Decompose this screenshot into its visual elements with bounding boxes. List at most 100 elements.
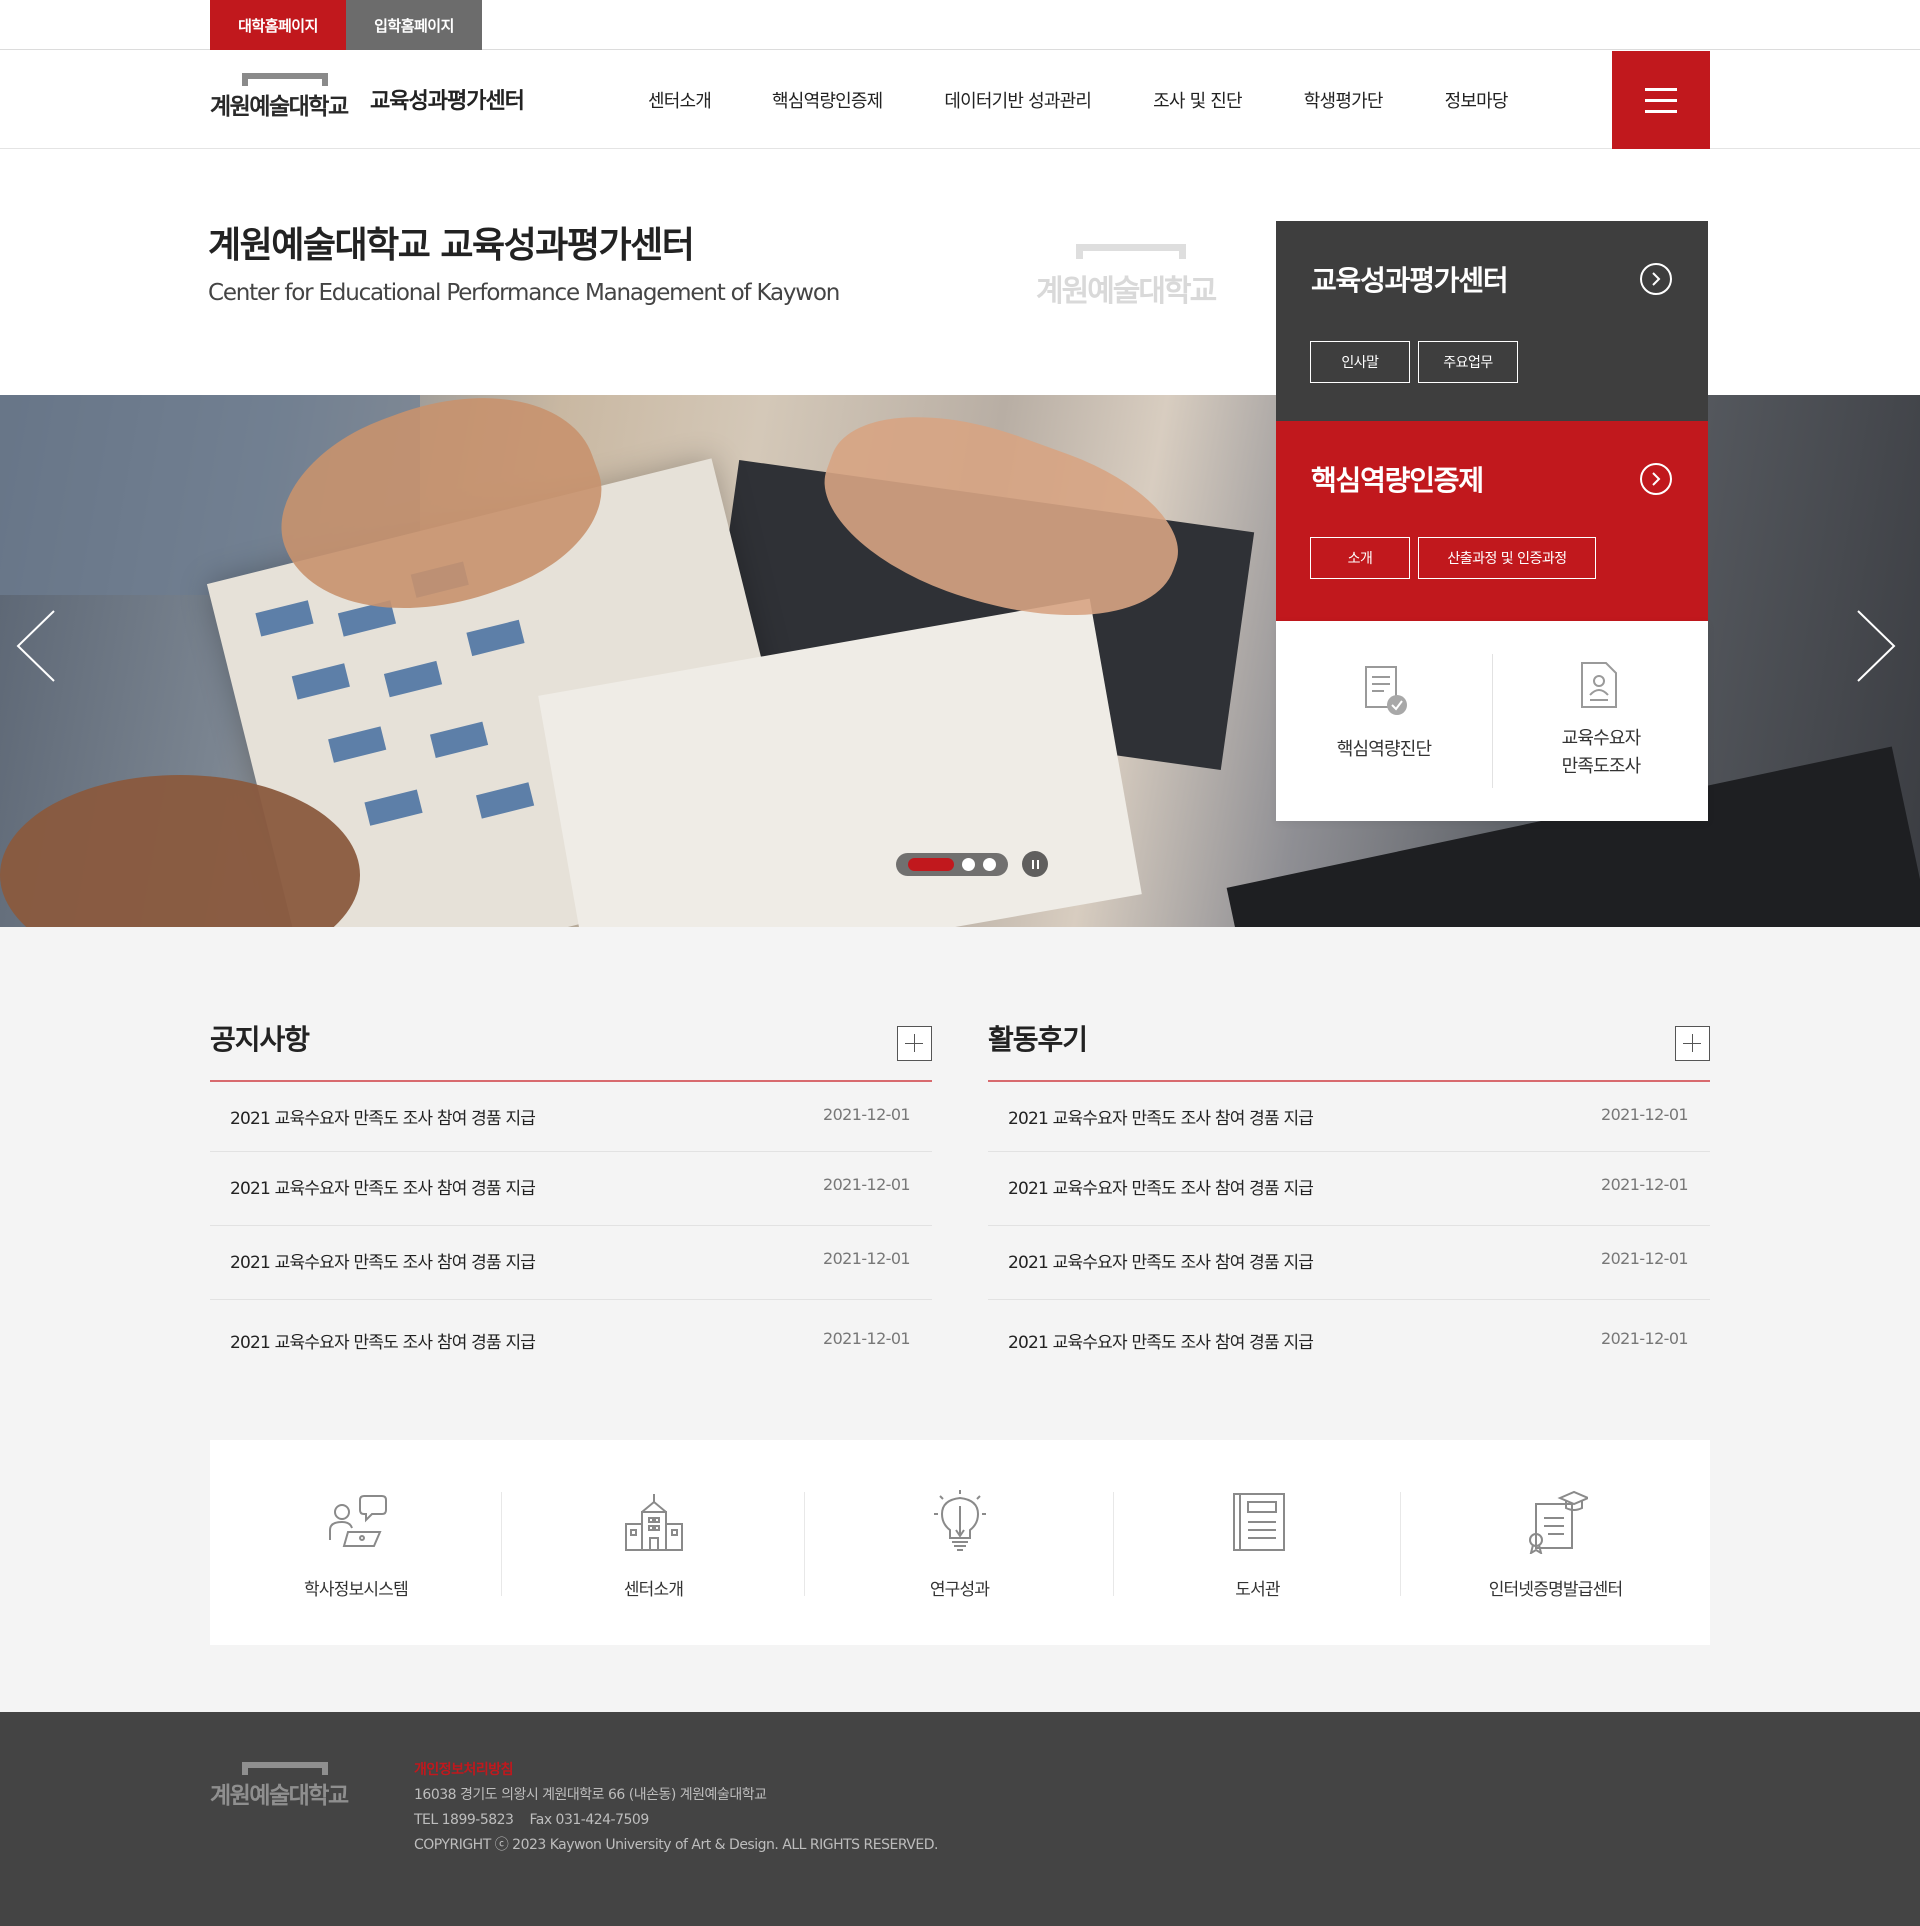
logo-text: 계원예술대학교 bbox=[210, 94, 349, 120]
footer-contact: TEL 1899-5823 Fax 031-424-7509 bbox=[414, 1808, 938, 1833]
list-item[interactable]: 2021 교육수요자 만족도 조사 참여 경품 지급 2021-12-01 bbox=[210, 1082, 932, 1152]
site-footer: 계원예술대학교 개인정보처리방침 16038 경기도 의왕시 계원대학로 66 … bbox=[0, 1712, 1920, 1926]
privacy-policy-link[interactable]: 개인정보처리방침 bbox=[414, 1758, 938, 1783]
quick-link-label: 도서관 bbox=[1235, 1580, 1280, 1600]
intro-button[interactable]: 소개 bbox=[1310, 537, 1410, 579]
list-item-title: 2021 교육수요자 만족도 조사 참여 경품 지급 bbox=[1008, 1109, 1314, 1129]
competency-diagnosis-label: 핵심역량진단 bbox=[1336, 739, 1432, 760]
chevron-right-circle-icon[interactable] bbox=[1640, 263, 1672, 295]
satisfaction-survey-label-1: 교육수요자 bbox=[1561, 728, 1642, 749]
hero-title: 계원예술대학교 교육성과평가센터 bbox=[208, 216, 695, 268]
quick-link-research[interactable]: 연구성과 bbox=[805, 1440, 1114, 1645]
admission-home-link[interactable]: 입학홈페이지 bbox=[346, 0, 482, 50]
person-laptop-icon bbox=[324, 1490, 388, 1554]
nav-info[interactable]: 정보마당 bbox=[1445, 51, 1509, 149]
pause-icon[interactable] bbox=[1022, 851, 1048, 877]
university-home-link[interactable]: 대학홈페이지 bbox=[210, 0, 346, 50]
list-item[interactable]: 2021 교육수요자 만족도 조사 참여 경품 지급 2021-12-01 bbox=[988, 1226, 1710, 1300]
building-icon bbox=[622, 1490, 686, 1554]
logo-watermark: 계원예술대학교 bbox=[1036, 244, 1228, 309]
list-item-date: 2021-12-01 bbox=[1601, 1249, 1689, 1268]
footer-logo-text: 계원예술대학교 bbox=[210, 1783, 349, 1809]
certification-panel: 핵심역량인증제 소개 산출과정 및 인증과정 bbox=[1276, 421, 1708, 621]
list-item-title: 2021 교육수요자 만족도 조사 참여 경품 지급 bbox=[1008, 1253, 1314, 1273]
slider-dot[interactable] bbox=[983, 857, 996, 871]
quick-link-label: 학사정보시스템 bbox=[304, 1580, 409, 1600]
document-user-icon bbox=[1580, 661, 1620, 713]
list-item-date: 2021-12-01 bbox=[823, 1105, 911, 1124]
list-item-title: 2021 교육수요자 만족도 조사 참여 경품 지급 bbox=[230, 1109, 536, 1129]
footer-fax: Fax 031-424-7509 bbox=[529, 1812, 649, 1828]
quick-panel: 교육성과평가센터 인사말 주요업무 핵심역량인증제 소개 산출과정 및 인증과정 bbox=[1276, 221, 1708, 821]
list-item[interactable]: 2021 교육수요자 만족도 조사 참여 경품 지급 2021-12-01 bbox=[988, 1152, 1710, 1226]
footer-tel: TEL 1899-5823 bbox=[414, 1812, 514, 1828]
list-item-date: 2021-12-01 bbox=[1601, 1175, 1689, 1194]
center-title-link[interactable]: 교육성과평가센터 bbox=[370, 83, 525, 115]
main-tasks-button[interactable]: 주요업무 bbox=[1418, 341, 1518, 383]
slider-pager bbox=[896, 851, 1048, 877]
footer-logo-bracket-icon bbox=[242, 1762, 328, 1775]
plus-icon[interactable] bbox=[897, 1026, 932, 1061]
watermark-text: 계원예술대학교 bbox=[1036, 274, 1217, 309]
review-board: 활동후기 2021 교육수요자 만족도 조사 참여 경품 지급 2021-12-… bbox=[988, 1010, 1710, 1374]
slider-next-arrow-icon[interactable] bbox=[1856, 609, 1896, 683]
quick-link-certificate-center[interactable]: 인터넷증명발급센터 bbox=[1401, 1440, 1710, 1645]
certification-panel-title[interactable]: 핵심역량인증제 bbox=[1311, 459, 1484, 499]
greeting-button[interactable]: 인사말 bbox=[1310, 341, 1410, 383]
satisfaction-survey-label-2: 만족도조사 bbox=[1561, 756, 1642, 777]
utility-bar: 대학홈페이지 입학홈페이지 bbox=[0, 0, 1920, 50]
list-item[interactable]: 2021 교육수요자 만족도 조사 참여 경품 지급 2021-12-01 bbox=[210, 1300, 932, 1374]
watermark-bracket-icon bbox=[1076, 244, 1186, 259]
nav-student-evaluators[interactable]: 학생평가단 bbox=[1304, 51, 1384, 149]
quick-link-label: 연구성과 bbox=[929, 1580, 990, 1600]
list-item-date: 2021-12-01 bbox=[823, 1175, 911, 1194]
list-item-date: 2021-12-01 bbox=[823, 1329, 911, 1348]
list-item[interactable]: 2021 교육수요자 만족도 조사 참여 경품 지급 2021-12-01 bbox=[988, 1300, 1710, 1374]
list-item[interactable]: 2021 교육수요자 만족도 조사 참여 경품 지급 2021-12-01 bbox=[210, 1152, 932, 1226]
notice-board: 공지사항 2021 교육수요자 만족도 조사 참여 경품 지급 2021-12-… bbox=[210, 1010, 932, 1374]
book-icon bbox=[1226, 1490, 1290, 1554]
slider-dot[interactable] bbox=[962, 857, 975, 871]
hero-subtitle: Center for Educational Performance Manag… bbox=[208, 280, 840, 306]
document-check-icon bbox=[1364, 665, 1408, 721]
quick-link-label: 센터소개 bbox=[623, 1580, 684, 1600]
list-item-title: 2021 교육수요자 만족도 조사 참여 경품 지급 bbox=[230, 1253, 536, 1273]
footer-address: 16038 경기도 의왕시 계원대학로 66 (내손동) 계원예술대학교 bbox=[414, 1787, 767, 1803]
slider-dot[interactable] bbox=[908, 857, 954, 871]
quick-link-academic-system[interactable]: 학사정보시스템 bbox=[210, 1440, 502, 1645]
nav-center-intro[interactable]: 센터소개 bbox=[648, 51, 712, 149]
site-header: 계원예술대학교 교육성과평가센터 센터소개 핵심역량인증제 데이터기반 성과관리… bbox=[0, 51, 1920, 149]
footer-info: 개인정보처리방침 16038 경기도 의왕시 계원대학로 66 (내손동) 계원… bbox=[414, 1758, 938, 1858]
nav-core-competency[interactable]: 핵심역량인증제 bbox=[772, 51, 883, 149]
list-item-date: 2021-12-01 bbox=[823, 1249, 911, 1268]
list-item[interactable]: 2021 교육수요자 만족도 조사 참여 경품 지급 2021-12-01 bbox=[988, 1082, 1710, 1152]
quick-link-library[interactable]: 도서관 bbox=[1114, 1440, 1401, 1645]
certificate-icon bbox=[1524, 1490, 1591, 1556]
nav-survey[interactable]: 조사 및 진단 bbox=[1153, 51, 1242, 149]
hero-title-light: 계원예술대학교 bbox=[208, 225, 441, 266]
university-logo[interactable]: 계원예술대학교 bbox=[210, 73, 360, 123]
shortcut-panel: 핵심역량진단 교육수요자 만족도조사 bbox=[1276, 621, 1708, 821]
quick-link-center-intro[interactable]: 센터소개 bbox=[502, 1440, 805, 1645]
list-item-title: 2021 교육수요자 만족도 조사 참여 경품 지급 bbox=[1008, 1179, 1314, 1199]
plus-icon[interactable] bbox=[1675, 1026, 1710, 1061]
hamburger-icon[interactable] bbox=[1612, 51, 1710, 149]
slider-prev-arrow-icon[interactable] bbox=[16, 609, 56, 683]
logo-bracket-icon bbox=[242, 73, 328, 86]
nav-data-management[interactable]: 데이터기반 성과관리 bbox=[944, 51, 1092, 149]
main-nav: 센터소개 핵심역량인증제 데이터기반 성과관리 조사 및 진단 학생평가단 정보… bbox=[620, 51, 1508, 149]
chevron-right-circle-icon[interactable] bbox=[1640, 463, 1672, 495]
center-panel-title[interactable]: 교육성과평가센터 bbox=[1311, 259, 1509, 299]
competency-diagnosis-shortcut[interactable]: 핵심역량진단 bbox=[1276, 621, 1492, 821]
process-button[interactable]: 산출과정 및 인증과정 bbox=[1418, 537, 1596, 579]
review-title: 활동후기 bbox=[988, 1023, 1088, 1056]
footer-copyright: COPYRIGHT ⓒ 2023 Kaywon University of Ar… bbox=[414, 1837, 938, 1853]
list-item[interactable]: 2021 교육수요자 만족도 조사 참여 경품 지급 2021-12-01 bbox=[210, 1226, 932, 1300]
list-item-date: 2021-12-01 bbox=[1601, 1329, 1689, 1348]
center-panel: 교육성과평가센터 인사말 주요업무 bbox=[1276, 221, 1708, 421]
list-item-title: 2021 교육수요자 만족도 조사 참여 경품 지급 bbox=[230, 1333, 536, 1353]
list-item-title: 2021 교육수요자 만족도 조사 참여 경품 지급 bbox=[1008, 1333, 1314, 1353]
quick-links: 학사정보시스템 센터소개 연구성과 도서관 인터넷증명발급센터 bbox=[210, 1440, 1710, 1645]
footer-logo: 계원예술대학교 bbox=[210, 1762, 360, 1812]
satisfaction-survey-shortcut[interactable]: 교육수요자 만족도조사 bbox=[1492, 654, 1708, 788]
